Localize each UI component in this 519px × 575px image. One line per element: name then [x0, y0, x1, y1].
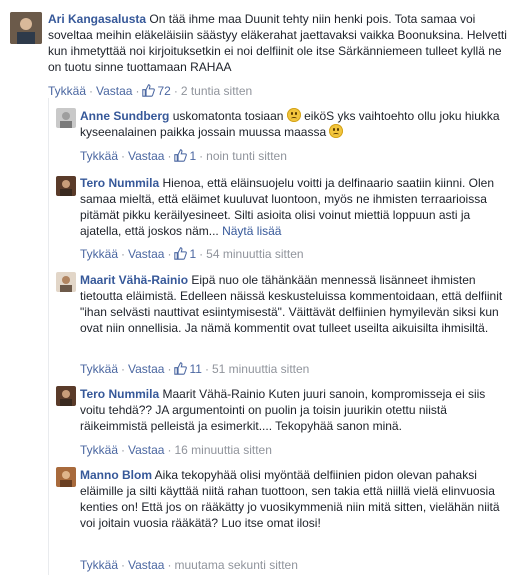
comment-anne: Anne Sundberg uskomatonta tosiaan eiköS …: [0, 100, 519, 170]
comment-author[interactable]: Manno Blom: [80, 468, 152, 482]
likes-count[interactable]: 1: [174, 247, 196, 261]
reply-button[interactable]: Vastaa: [128, 558, 164, 572]
timestamp[interactable]: 54 minuuttia sitten: [206, 247, 303, 261]
timestamp[interactable]: 51 minuuttia sitten: [212, 362, 309, 376]
avatar-image-icon: [56, 467, 76, 487]
like-button[interactable]: Tykkää: [80, 362, 118, 376]
comment-actions: Tykkää · Vastaa · 72 · 2 tuntia sitten: [48, 84, 253, 98]
like-button[interactable]: Tykkää: [80, 558, 118, 572]
comment-maarit: Maarit Vähä-Rainio Eipä nuo ole tähänkää…: [0, 270, 519, 380]
reply-button[interactable]: Vastaa: [128, 149, 164, 163]
avatar[interactable]: [56, 467, 76, 487]
comment-body: uskomatonta tosiaan: [172, 109, 284, 123]
like-button[interactable]: Tykkää: [80, 443, 118, 457]
comment-author[interactable]: Anne Sundberg: [80, 109, 169, 123]
avatar-image-icon: [56, 386, 76, 406]
confused-face-icon: [329, 124, 344, 138]
timestamp[interactable]: 2 tuntia sitten: [181, 84, 252, 98]
likes-count[interactable]: 1: [174, 149, 196, 163]
comment-author[interactable]: Tero Nummila: [80, 176, 159, 190]
likes-value: 11: [189, 362, 202, 376]
avatar[interactable]: [56, 108, 76, 128]
like-button[interactable]: Tykkää: [48, 84, 86, 98]
avatar[interactable]: [56, 176, 76, 196]
comment-text: Manno Blom Aika tekopyhää olisi myöntää …: [80, 467, 510, 531]
comment-text: Tero Nummila Maarit Vähä-Rainio Kuten ju…: [80, 386, 510, 434]
comment-actions: Tykkää · Vastaa · 1 · 54 minuuttia sitten: [80, 247, 304, 261]
comment-author[interactable]: Ari Kangasalusta: [48, 12, 146, 26]
avatar[interactable]: [10, 12, 42, 44]
comment-tero-2: Tero Nummila Maarit Vähä-Rainio Kuten ju…: [0, 380, 519, 465]
comment-text: Maarit Vähä-Rainio Eipä nuo ole tähänkää…: [80, 272, 510, 336]
likes-value: 72: [157, 84, 171, 98]
like-button[interactable]: Tykkää: [80, 247, 118, 261]
comment-actions: Tykkää · Vastaa · 16 minuuttia sitten: [80, 443, 272, 457]
thumbs-up-icon: [142, 84, 156, 97]
likes-count[interactable]: 11: [174, 362, 202, 376]
reply-button[interactable]: Vastaa: [128, 362, 164, 376]
timestamp[interactable]: muutama sekunti sitten: [174, 558, 297, 572]
like-button[interactable]: Tykkää: [80, 149, 118, 163]
avatar[interactable]: [56, 272, 76, 292]
thumbs-up-icon: [174, 149, 188, 162]
comment-manno: Manno Blom Aika tekopyhää olisi myöntää …: [0, 465, 519, 575]
comment-actions: Tykkää · Vastaa · muutama sekunti sitten: [80, 558, 298, 572]
comment-author[interactable]: Tero Nummila: [80, 387, 159, 401]
avatar-image-icon: [10, 12, 42, 44]
avatar[interactable]: [56, 386, 76, 406]
thumbs-up-icon: [174, 247, 188, 260]
reply-button[interactable]: Vastaa: [128, 247, 164, 261]
reply-button[interactable]: Vastaa: [96, 84, 132, 98]
avatar-image-icon: [56, 176, 76, 196]
avatar-image-icon: [56, 108, 76, 128]
see-more-link[interactable]: Näytä lisää: [222, 224, 281, 238]
timestamp[interactable]: noin tunti sitten: [206, 149, 287, 163]
reply-button[interactable]: Vastaa: [128, 443, 164, 457]
comment-text: Anne Sundberg uskomatonta tosiaan eiköS …: [80, 108, 510, 140]
comment-text: Tero Nummila Hienoa, että eläinsuojelu v…: [80, 175, 510, 239]
timestamp[interactable]: 16 minuuttia sitten: [174, 443, 271, 457]
likes-count[interactable]: 72: [142, 84, 171, 98]
comment-author[interactable]: Maarit Vähä-Rainio: [80, 273, 188, 287]
comment-actions: Tykkää · Vastaa · 11 · 51 minuuttia sitten: [80, 362, 310, 376]
comment-tero-1: Tero Nummila Hienoa, että eläinsuojelu v…: [0, 170, 519, 270]
avatar-image-icon: [56, 272, 76, 292]
thumbs-up-icon: [174, 362, 188, 375]
comment-ari: Ari Kangasalusta On tää ihme maa Duunit …: [0, 0, 519, 100]
confused-face-icon: [286, 108, 301, 122]
comment-actions: Tykkää · Vastaa · 1 · noin tunti sitten: [80, 149, 287, 163]
comment-text: Ari Kangasalusta On tää ihme maa Duunit …: [48, 11, 508, 75]
